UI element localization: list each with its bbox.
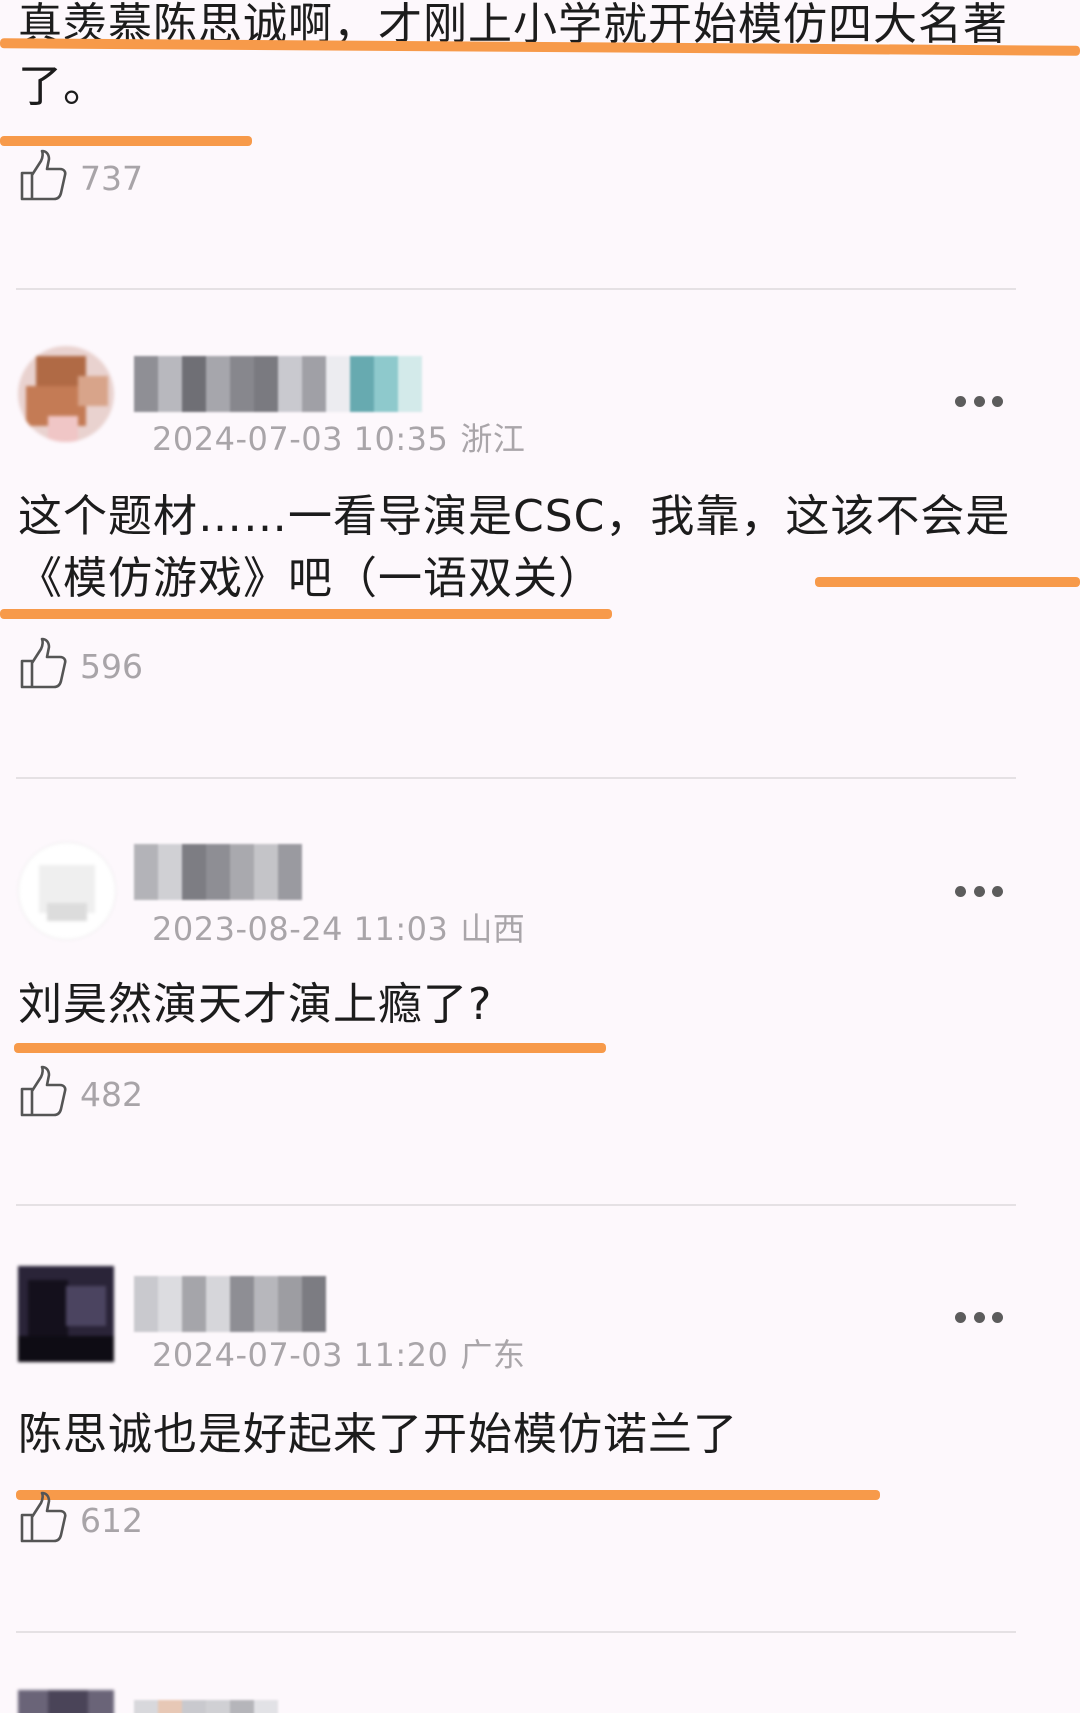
- username-blurred[interactable]: [134, 844, 302, 900]
- comment-date: 2024-07-03 11:20: [152, 1336, 449, 1374]
- comment-meta: 2023-08-24 11:03 山西: [152, 904, 525, 950]
- like-count: 596: [80, 646, 143, 686]
- divider: [16, 1631, 1016, 1633]
- more-dots-icon[interactable]: [955, 1312, 1003, 1326]
- thumbs-up-icon: [18, 1491, 72, 1549]
- avatar[interactable]: [18, 842, 116, 940]
- like-button[interactable]: 612: [18, 1491, 143, 1549]
- like-count: 612: [80, 1500, 143, 1540]
- avatar[interactable]: [18, 346, 114, 442]
- divider: [16, 777, 1016, 779]
- comment-feed: 真羡慕陈思诚啊，才刚上小学就开始模仿四大名著了。 737 2024-07-03 …: [0, 0, 1080, 1713]
- thumbs-up-icon: [18, 1065, 72, 1123]
- comment-location: 广东: [460, 1336, 526, 1374]
- avatar[interactable]: [18, 1266, 114, 1362]
- comment-text: 真羡慕陈思诚啊，才刚上小学就开始模仿四大名著了。: [18, 0, 1008, 112]
- highlight-underline: [0, 136, 252, 146]
- comment-text: 这个题材……一看导演是CSC，我靠，这该不会是《模仿游戏》吧（一语双关）: [18, 491, 1011, 604]
- username-blurred[interactable]: [134, 1700, 278, 1713]
- like-button[interactable]: 737: [18, 149, 143, 207]
- like-count: 737: [80, 158, 143, 198]
- like-count: 482: [80, 1074, 143, 1114]
- like-button[interactable]: 482: [18, 1065, 143, 1123]
- comment-location: 山西: [460, 910, 526, 948]
- username-blurred[interactable]: [134, 1276, 326, 1332]
- comment-date: 2023-08-24 11:03: [152, 910, 449, 948]
- more-dots-icon[interactable]: [955, 396, 1003, 410]
- more-dots-icon[interactable]: [955, 886, 1003, 900]
- comment-date: 2024-07-03 10:35: [152, 420, 449, 458]
- highlight-underline: [14, 1043, 606, 1053]
- divider: [16, 288, 1016, 290]
- comment-meta: 2024-07-03 11:20 广东: [152, 1330, 525, 1376]
- thumbs-up-icon: [18, 149, 72, 207]
- highlight-underline: [815, 577, 1080, 587]
- highlight-underline: [16, 1490, 880, 1500]
- highlight-underline: [0, 609, 612, 619]
- comment-location: 浙江: [460, 420, 526, 458]
- comment-meta: 2024-07-03 10:35 浙江: [152, 414, 525, 460]
- thumbs-up-icon: [18, 637, 72, 695]
- divider: [16, 1204, 1016, 1206]
- comment-text: 陈思诚也是好起来了开始模仿诺兰了: [18, 1409, 738, 1460]
- comment-text: 刘昊然演天才演上瘾了?: [18, 979, 493, 1030]
- avatar[interactable]: [18, 1690, 114, 1713]
- username-blurred[interactable]: [134, 356, 422, 412]
- like-button[interactable]: 596: [18, 637, 143, 695]
